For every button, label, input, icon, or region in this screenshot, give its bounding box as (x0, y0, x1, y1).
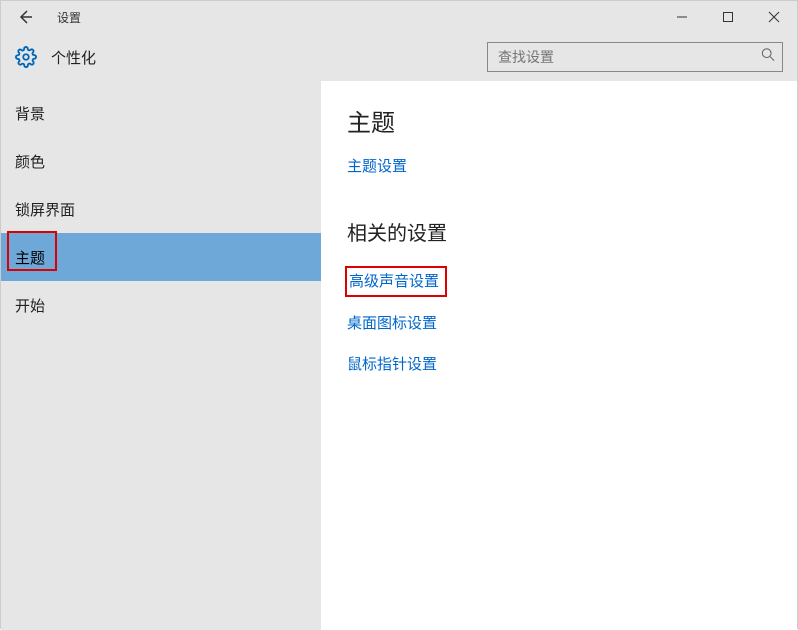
header: 个性化 (1, 33, 797, 81)
sidebar: 背景 颜色 锁屏界面 主题 开始 (1, 81, 321, 630)
window-title: 设置 (57, 9, 81, 26)
close-button[interactable] (751, 1, 797, 33)
link-mouse-pointer[interactable]: 鼠标指针设置 (347, 354, 771, 375)
maximize-button[interactable] (705, 1, 751, 33)
sidebar-item-label: 颜色 (15, 151, 45, 172)
sidebar-item-colors[interactable]: 颜色 (1, 137, 321, 185)
link-advanced-sound[interactable]: 高级声音设置 (347, 271, 439, 292)
minimize-button[interactable] (659, 1, 705, 33)
gear-icon (15, 46, 37, 68)
arrow-left-icon (16, 8, 34, 26)
minimize-icon (676, 11, 688, 23)
body: 背景 颜色 锁屏界面 主题 开始 主题 主题设置 相关的设置 高级声音设置 桌面… (1, 81, 797, 630)
maximize-icon (722, 11, 734, 23)
back-button[interactable] (1, 1, 49, 33)
link-desktop-icons[interactable]: 桌面图标设置 (347, 313, 771, 334)
close-icon (768, 11, 780, 23)
search-input[interactable] (487, 42, 783, 72)
window-controls (659, 1, 797, 33)
sidebar-item-label: 背景 (15, 103, 45, 124)
section-title-related: 相关的设置 (347, 217, 771, 246)
content: 主题 主题设置 相关的设置 高级声音设置 桌面图标设置 鼠标指针设置 (321, 81, 797, 630)
highlight-box-sound: 高级声音设置 (345, 266, 447, 297)
sidebar-item-background[interactable]: 背景 (1, 89, 321, 137)
sidebar-item-start[interactable]: 开始 (1, 281, 321, 329)
related-links: 高级声音设置 桌面图标设置 鼠标指针设置 (347, 266, 771, 375)
sidebar-item-label: 主题 (15, 247, 45, 268)
search-icon (761, 48, 775, 67)
sidebar-item-label: 锁屏界面 (15, 199, 75, 220)
section-title-themes: 主题 (347, 103, 771, 138)
link-theme-settings[interactable]: 主题设置 (347, 156, 771, 177)
sidebar-item-label: 开始 (15, 295, 45, 316)
titlebar: 设置 (1, 1, 797, 33)
header-category: 个性化 (51, 47, 96, 68)
sidebar-item-lockscreen[interactable]: 锁屏界面 (1, 185, 321, 233)
search-wrap (487, 42, 783, 72)
sidebar-item-themes[interactable]: 主题 (1, 233, 321, 281)
